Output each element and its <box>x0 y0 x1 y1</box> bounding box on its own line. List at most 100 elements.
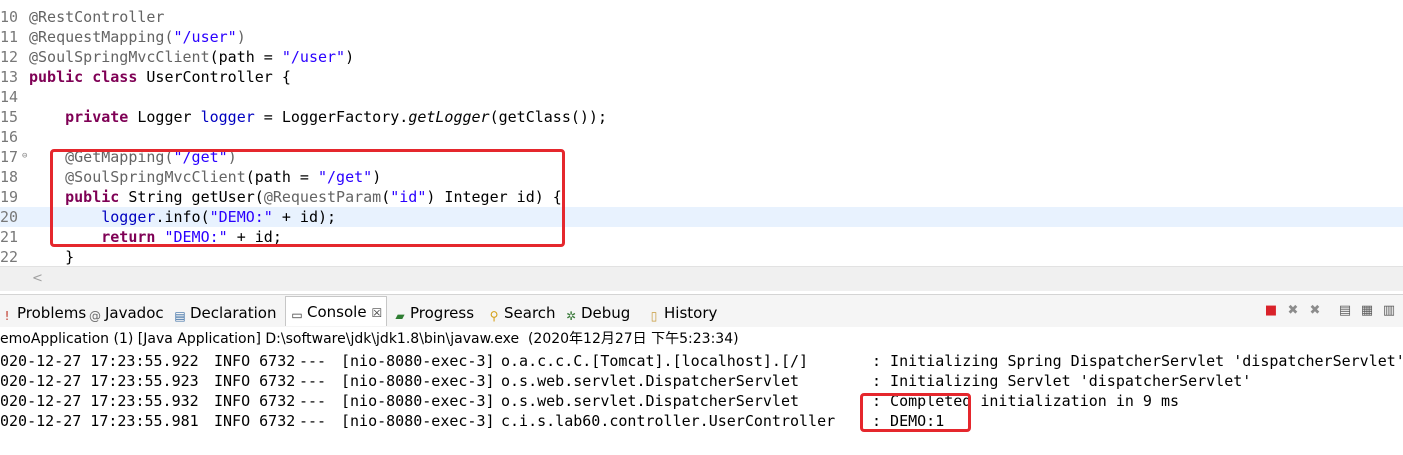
tab-label: Progress <box>410 304 475 322</box>
log-sep: --- <box>299 412 327 430</box>
tab-declaration[interactable]: ▤ Declaration <box>173 301 276 325</box>
code-token: @SoulSpringMvcClient <box>29 48 210 66</box>
code-token: public class <box>29 68 138 86</box>
declaration-icon: ▤ <box>174 309 186 323</box>
code-line[interactable]: 10 @RestController <box>0 7 1403 27</box>
code-token: ) <box>345 48 355 66</box>
fold-marker-icon[interactable]: ⊖ <box>22 152 28 161</box>
log-sep: --- <box>299 392 327 410</box>
code-token: } <box>29 248 75 266</box>
code-text: @RequestMapping("/user") <box>29 27 246 47</box>
code-token: "/user" <box>173 28 237 46</box>
code-text: @SoulSpringMvcClient(path = "/user") <box>29 47 354 67</box>
code-highlight-box <box>50 149 565 247</box>
tab-javadoc[interactable]: @ Javadoc <box>88 301 164 325</box>
line-number: 16 <box>0 128 19 146</box>
tab-debug[interactable]: ✲ Debug <box>564 301 630 325</box>
line-number: 12 <box>0 48 19 66</box>
code-token: getLogger <box>408 108 490 126</box>
close-tab-icon[interactable]: ☒ <box>372 306 383 320</box>
code-text: @RestController <box>29 7 164 27</box>
line-number: 13 <box>0 68 19 86</box>
code-line[interactable]: 11 @RequestMapping("/user") <box>0 27 1403 47</box>
log-message: : Initializing Servlet 'dispatcherServle… <box>872 372 1252 390</box>
tab-search[interactable]: ⚲ Search <box>487 301 556 325</box>
log-logger: o.s.web.servlet.DispatcherServlet <box>501 372 800 390</box>
line-number: 15 <box>0 108 19 126</box>
pin-console-icon[interactable]: ▦ <box>1358 302 1376 320</box>
tab-label: Search <box>504 304 556 322</box>
code-token: @RestController <box>29 8 165 26</box>
line-number: 19 <box>0 188 19 206</box>
code-token: private <box>65 108 129 126</box>
tab-history[interactable]: ▯ History <box>647 301 718 325</box>
code-token: (path = <box>209 48 282 66</box>
log-highlight-box <box>860 393 971 432</box>
log-timestamp: 020-12-27 17:23:55.922 <box>0 352 199 370</box>
log-thread: [nio-8080-exec-3] <box>341 372 495 390</box>
code-line[interactable]: 14 <box>0 87 1403 107</box>
view-tab-bar: ! Problems @ Javadoc ▤ Declaration ▭ Console ☒ ▰ P… <box>0 294 1403 327</box>
log-logger: o.s.web.servlet.DispatcherServlet <box>501 392 800 410</box>
log-line: 020-12-27 17:23:55.922 INFO 6732 --- [nio-8… <box>0 351 1403 371</box>
log-line: 020-12-27 17:23:55.981 INFO 6732 --- [nio-8… <box>0 411 1403 431</box>
code-line[interactable]: 22 } <box>0 247 1403 267</box>
code-text: private Logger logger = LoggerFactory.ge… <box>29 107 607 127</box>
tab-label: Debug <box>581 304 631 322</box>
log-timestamp: 020-12-27 17:23:55.923 <box>0 372 199 390</box>
code-token: logger <box>200 108 255 126</box>
line-number: 22 <box>0 248 19 266</box>
history-icon: ▯ <box>650 309 658 323</box>
tab-label: Console <box>307 303 367 321</box>
log-timestamp: 020-12-27 17:23:55.932 <box>0 392 199 410</box>
debug-icon: ✲ <box>565 309 577 323</box>
tab-problems[interactable]: ! Problems <box>0 301 87 325</box>
tab-progress[interactable]: ▰ Progress <box>393 301 474 325</box>
code-text: } <box>29 247 74 267</box>
tab-label: Javadoc <box>105 304 164 322</box>
log-thread: [nio-8080-exec-3] <box>341 412 495 430</box>
log-line: 020-12-27 17:23:55.923 INFO 6732 --- [nio-8… <box>0 371 1403 391</box>
code-token: @RequestMapping( <box>29 28 174 46</box>
code-line[interactable]: 16 <box>0 127 1403 147</box>
console-toolbar: ■ ✖ ✖ ▤ ▦ ▥ <box>1262 302 1402 320</box>
code-text: public class UserController { <box>29 67 291 87</box>
code-token: "/user" <box>281 48 346 66</box>
open-console-icon[interactable]: ▥ <box>1380 302 1398 320</box>
log-level: INFO 6732 <box>214 412 296 430</box>
log-level: INFO 6732 <box>214 352 296 370</box>
log-line: 020-12-27 17:23:55.932 INFO 6732 --- [nio-8… <box>0 391 1403 411</box>
code-line[interactable]: 12 @SoulSpringMvcClient(path = "/user") <box>0 47 1403 67</box>
log-level: INFO 6732 <box>214 392 296 410</box>
line-number: 10 <box>0 8 19 26</box>
tab-label: Declaration <box>190 304 277 322</box>
line-number: 11 <box>0 28 19 46</box>
tab-label: Problems <box>17 304 87 322</box>
code-token: (getClass()); <box>489 108 607 126</box>
log-level: INFO 6732 <box>214 372 296 390</box>
line-number: 14 <box>0 88 19 106</box>
code-token: = LoggerFactory. <box>254 108 409 126</box>
log-thread: [nio-8080-exec-3] <box>341 352 495 370</box>
console-process-title: emoApplication (1) [Java Application] D:… <box>0 331 739 347</box>
code-line[interactable]: 13 public class UserController { <box>0 67 1403 87</box>
log-logger: o.a.c.c.C.[Tomcat].[localhost].[/] <box>501 352 809 370</box>
remove-launch-icon[interactable]: ✖ <box>1284 302 1302 320</box>
log-thread: [nio-8080-exec-3] <box>341 392 495 410</box>
code-editor[interactable]: 10 @RestController 11 @RequestMapping("/use… <box>0 0 1403 292</box>
scroll-left-icon[interactable]: < <box>32 271 43 286</box>
code-line[interactable]: 15 private Logger logger = LoggerFactory… <box>0 107 1403 127</box>
editor-horizontal-scrollbar[interactable]: < <box>0 266 1403 291</box>
tab-console[interactable]: ▭ Console ☒ <box>285 296 388 326</box>
log-message: : Initializing Spring DispatcherServlet … <box>872 352 1403 370</box>
search-icon: ⚲ <box>489 309 499 323</box>
line-number: 20 <box>0 208 19 226</box>
log-timestamp: 020-12-27 17:23:55.981 <box>0 412 199 430</box>
terminate-icon[interactable]: ■ <box>1262 302 1280 320</box>
line-number: 17 <box>0 148 19 166</box>
remove-all-icon[interactable]: ✖ <box>1306 302 1324 320</box>
scroll-lock-icon[interactable]: ▤ <box>1336 302 1354 320</box>
console-view[interactable]: emoApplication (1) [Java Application] D:… <box>0 327 1403 455</box>
code-token: ) <box>236 28 246 46</box>
